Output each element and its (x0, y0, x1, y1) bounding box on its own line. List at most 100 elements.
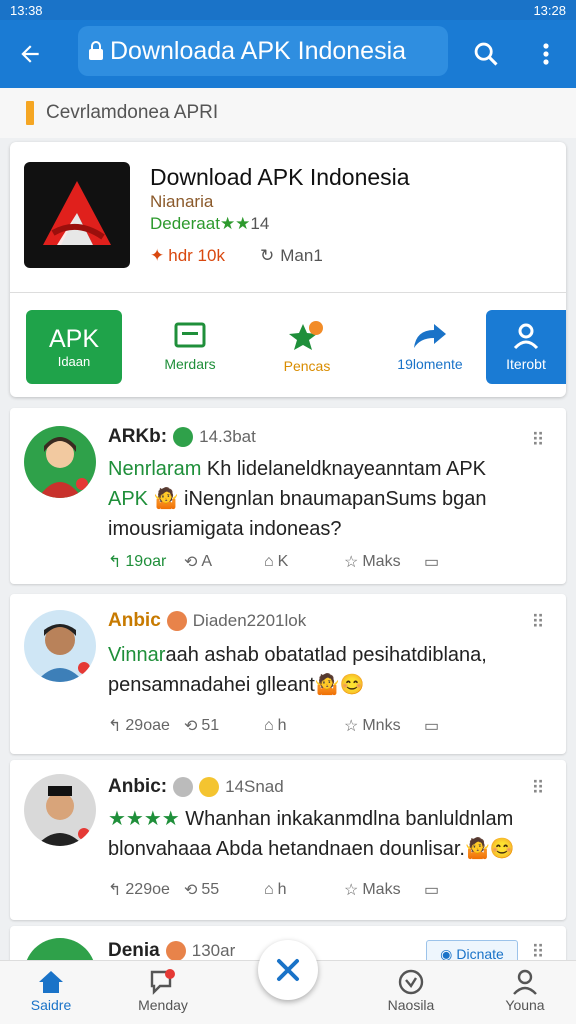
avatar[interactable] (24, 426, 96, 498)
like-button[interactable]: ↰ 29oae (108, 716, 184, 736)
post-time: 14Snad (225, 777, 284, 796)
post-body-tag: APK (108, 488, 149, 510)
post-stats: ↰ 229oe ⟲ 55 ⌂ h ☆ Maks ▭ (108, 880, 548, 900)
share-count: K (277, 553, 289, 570)
post-body: Vinnaraah ashab obatatlad pesihatdiblana… (108, 640, 548, 700)
app-logo[interactable] (24, 162, 130, 268)
post-menu-button[interactable]: ⠿ (526, 776, 550, 800)
bookmark-button[interactable]: ☆ Mnks (344, 716, 424, 736)
like-count: 229oe (125, 881, 170, 898)
comment-button[interactable]: ▭ (424, 880, 504, 900)
post-body-line: Whanhan inkakanmdlna banluldnlam (179, 808, 514, 830)
user-icon (512, 322, 540, 350)
comment-button[interactable]: ▭ (424, 716, 504, 736)
post-author[interactable]: Anbic (108, 610, 161, 632)
nav-home-label: Saidre (30, 997, 72, 1013)
pencarian-label: Pencas (283, 358, 331, 374)
url-bar[interactable]: Downloada APK Indonesia (78, 26, 448, 76)
share-button[interactable]: 19lomente (378, 310, 482, 384)
rating-label: Dederaat (150, 214, 220, 233)
share-post-button[interactable]: ⌂ K (264, 553, 344, 571)
breadcrumb-text: Cevrlamdonea APRI (46, 102, 219, 123)
repost-count: 55 (201, 881, 220, 898)
post-body: Nenrlaram Kh lidelaneldknayeanntam APK A… (108, 454, 548, 544)
like-button[interactable]: ↰ 229oe (108, 880, 184, 900)
star-icon: ☆ (344, 718, 359, 735)
flame-icon: ✦ (150, 246, 165, 265)
post-author[interactable]: Denia (108, 940, 160, 962)
bookmark-button[interactable]: ☆ Maks (344, 880, 424, 900)
repost-icon: ⟲ (184, 718, 198, 735)
post-time: 130ar (191, 941, 236, 960)
close-icon (277, 959, 299, 981)
app-title: Download APK Indonesia (150, 164, 410, 190)
comment-button[interactable]: ▭ (424, 552, 504, 572)
post-card[interactable]: Anbic Diaden2201lok ⠿ Vinnaraah ashab ob… (10, 594, 566, 754)
breadcrumb[interactable]: Cevrlamdonea APRI (0, 88, 576, 138)
post-author[interactable]: Anbic: (108, 776, 167, 798)
post-rating-stars: ★★★★ (108, 808, 180, 830)
post-header: ARKb: 14.3bat (108, 426, 256, 448)
post-body: ★★★★ Whanhan inkakanmdlna banluldnlam bl… (108, 804, 548, 864)
status-bar: 13:38 13:28 (0, 0, 576, 20)
share-post-button[interactable]: ⌂ h (264, 881, 344, 899)
post-body-tag: Vinnar (108, 644, 166, 666)
more-menu-button[interactable] (526, 32, 566, 76)
close-fab-button[interactable] (258, 940, 318, 1000)
status-time-right: 13:28 (533, 2, 566, 18)
like-icon: ↰ (108, 554, 122, 571)
share-post-button[interactable]: ⌂ h (264, 717, 344, 735)
like-icon: ↰ (108, 882, 122, 899)
post-header: Denia 130ar (108, 940, 235, 962)
back-button[interactable] (0, 20, 60, 88)
repost-button[interactable]: ⟲ 55 (184, 880, 264, 900)
post-body-line: imousriamigata indoneas? (108, 518, 342, 540)
post-card[interactable]: ARKb: 14.3bat ⠿ Nenrlaram Kh lidelaneldk… (10, 408, 566, 584)
app-rating: Dederaat★★14 (150, 214, 269, 234)
post-body-line: aah ashab obatatlad pesihatdiblana, (165, 644, 487, 666)
nav-profile[interactable]: Youna (480, 967, 570, 1019)
repost-icon: ⟲ (184, 882, 198, 899)
bookmark-button[interactable]: ☆ Maks (344, 552, 424, 572)
profile-interest-button[interactable]: Iterobt (486, 310, 566, 384)
apk-button-title: APK (48, 325, 100, 353)
nav-profile-label: Youna (505, 997, 545, 1013)
nav-messages[interactable]: Menday (118, 967, 208, 1019)
app-logo-icon (43, 181, 111, 245)
avatar[interactable] (24, 774, 96, 846)
url-text: Downloada APK Indonesia (110, 36, 407, 65)
post-card[interactable]: Anbic: 14Snad ⠿ ★★★★ Whanhan inkakanmdln… (10, 760, 566, 920)
post-author[interactable]: ARKb: (108, 426, 167, 448)
like-count: 29oae (125, 717, 170, 734)
post-menu-button[interactable]: ⠿ (526, 610, 550, 634)
comment-icon: ▭ (424, 554, 440, 571)
post-menu-button[interactable]: ⠿ (526, 428, 550, 452)
verified-badge-icon (173, 777, 194, 797)
versions-button[interactable]: Merdars (150, 310, 230, 384)
main-info-text: Man1 (280, 246, 323, 265)
search-button[interactable] (464, 32, 508, 76)
emoji-icon (199, 777, 220, 797)
apk-download-button[interactable]: APK Idaan (26, 310, 122, 384)
apk-button-sub: Idaan (57, 354, 91, 369)
post-time: Diaden2201lok (192, 611, 307, 630)
verified-badge-icon (173, 427, 194, 447)
post-header: Anbic Diaden2201lok (108, 610, 306, 632)
share-box-icon: ⌂ (264, 553, 274, 570)
pencarian-button[interactable]: Pencas (262, 310, 352, 384)
app-developer[interactable]: Nianaria (150, 192, 213, 212)
interest-label: Iterobt (506, 356, 546, 372)
search-icon (474, 42, 498, 66)
share-count: h (277, 717, 287, 734)
like-button[interactable]: ↰ 19oar (108, 552, 184, 572)
repost-button[interactable]: ⟲ 51 (184, 716, 264, 736)
nav-center[interactable]: Naosila (366, 967, 456, 1019)
repost-button[interactable]: ⟲ A (184, 552, 264, 572)
nav-home[interactable]: Saidre (6, 967, 96, 1019)
screen-icon (174, 322, 206, 350)
lock-icon (88, 41, 104, 61)
share-count: h (277, 881, 287, 898)
avatar[interactable] (24, 610, 96, 682)
repost-icon: ⟲ (184, 554, 198, 571)
post-stats: ↰ 19oar ⟲ A ⌂ K ☆ Maks ▭ (108, 552, 548, 572)
